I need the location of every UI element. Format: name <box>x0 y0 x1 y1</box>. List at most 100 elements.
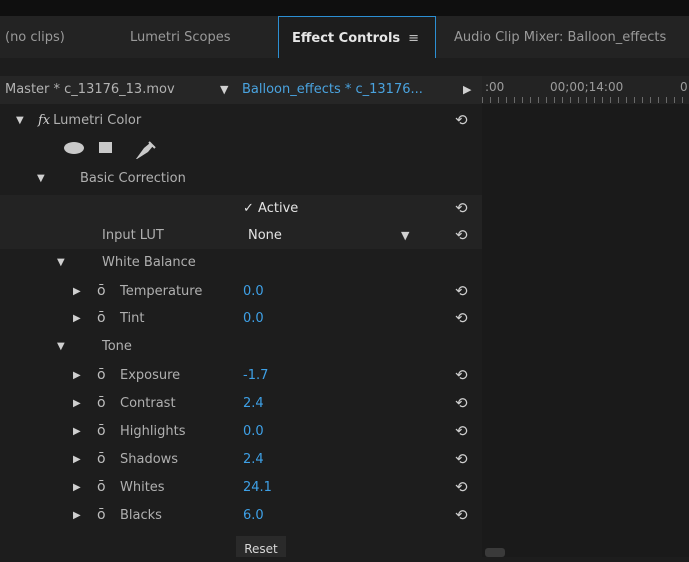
timecode-end: 0 <box>680 80 688 94</box>
basic-correction-row[interactable]: ▼ Basic Correction <box>0 165 482 192</box>
panel-menu-icon[interactable]: ≡ <box>408 31 419 46</box>
highlights-row: ▶ ō Highlights 0.0 ⟲ <box>0 418 482 445</box>
timecode-start: :00 <box>485 80 505 94</box>
white-balance-row[interactable]: ▼ White Balance <box>0 249 482 276</box>
stopwatch-icon[interactable]: ō <box>97 474 106 501</box>
tint-label: Tint <box>120 311 145 326</box>
exposure-value[interactable]: -1.7 <box>243 362 268 389</box>
contrast-row: ▶ ō Contrast 2.4 ⟲ <box>0 390 482 417</box>
temperature-row: ▶ ō Temperature 0.0 ⟲ <box>0 278 482 305</box>
highlights-value[interactable]: 0.0 <box>243 418 264 445</box>
blacks-value[interactable]: 6.0 <box>243 502 264 529</box>
white-balance-label: White Balance <box>102 255 196 270</box>
reset-icon[interactable]: ⟲ <box>455 418 468 445</box>
reset-icon[interactable]: ⟲ <box>455 446 468 473</box>
chevron-down-icon[interactable]: ▼ <box>401 222 409 249</box>
ellipse-mask-icon[interactable] <box>63 140 85 154</box>
exposure-row: ▶ ō Exposure -1.7 ⟲ <box>0 362 482 389</box>
checkmark-icon: ✓ <box>243 201 254 216</box>
contrast-value[interactable]: 2.4 <box>243 390 264 417</box>
whites-label: Whites <box>120 480 165 495</box>
tone-row[interactable]: ▼ Tone <box>0 333 482 360</box>
effect-name: fx Lumetri Color <box>38 107 141 134</box>
rectangle-mask-icon[interactable] <box>98 140 114 154</box>
shadows-value[interactable]: 2.4 <box>243 446 264 473</box>
fx-icon[interactable]: fx <box>38 113 50 128</box>
shadows-row: ▶ ō Shadows 2.4 ⟲ <box>0 446 482 473</box>
stopwatch-icon[interactable]: ō <box>97 502 106 529</box>
timecode-mid: 00;00;14:00 <box>550 80 624 94</box>
tab-label: Audio Clip Mixer: Balloon_effects <box>454 30 667 45</box>
stopwatch-icon[interactable]: ō <box>97 446 106 473</box>
timeline-area[interactable] <box>482 104 689 557</box>
tab-label: Effect Controls <box>292 31 401 46</box>
chevron-down-icon[interactable]: ▼ <box>57 249 65 276</box>
active-label: Active <box>258 201 299 216</box>
timeline-scrollbar[interactable] <box>485 548 505 557</box>
chevron-right-icon[interactable]: ▶ <box>73 446 81 473</box>
temperature-label: Temperature <box>120 284 203 299</box>
stopwatch-icon[interactable]: ō <box>97 390 106 417</box>
temperature-value[interactable]: 0.0 <box>243 278 264 305</box>
chevron-right-icon[interactable]: ▶ <box>73 278 81 305</box>
reset-icon[interactable]: ⟲ <box>455 390 468 417</box>
section-label: Basic Correction <box>80 171 186 186</box>
chevron-right-icon[interactable]: ▶ <box>73 305 81 332</box>
active-checkbox[interactable]: ✓ Active <box>243 195 298 222</box>
input-lut-select[interactable]: None <box>248 222 282 249</box>
effect-lumetri-color-row[interactable]: ▼ fx Lumetri Color ⟲ <box>0 107 482 134</box>
reset-icon[interactable]: ⟲ <box>455 222 468 249</box>
tab-no-clips[interactable]: (no clips) <box>5 16 65 58</box>
ruler-ticks <box>482 97 689 103</box>
tab-lumetri-scopes[interactable]: Lumetri Scopes <box>130 16 230 58</box>
chevron-down-icon[interactable]: ▼ <box>220 76 228 104</box>
reset-icon[interactable]: ⟲ <box>455 362 468 389</box>
reset-icon[interactable]: ⟲ <box>455 305 468 332</box>
chevron-down-icon[interactable]: ▼ <box>57 333 65 360</box>
tone-label: Tone <box>102 339 132 354</box>
timeline-ruler[interactable]: :00 00;00;14:00 0 <box>482 76 689 104</box>
stopwatch-icon[interactable]: ō <box>97 305 106 332</box>
effect-name-label: Lumetri Color <box>53 113 142 128</box>
blacks-row: ▶ ō Blacks 6.0 ⟲ <box>0 502 482 529</box>
contrast-label: Contrast <box>120 396 176 411</box>
active-row: ✓ Active ⟲ <box>0 195 482 222</box>
reset-button[interactable]: Reset <box>236 536 286 557</box>
chevron-right-icon[interactable]: ▶ <box>73 362 81 389</box>
reset-icon[interactable]: ⟲ <box>455 502 468 529</box>
tint-row: ▶ ō Tint 0.0 ⟲ <box>0 305 482 332</box>
master-clip-label[interactable]: Master * c_13176_13.mov <box>5 76 175 104</box>
blacks-label: Blacks <box>120 508 162 523</box>
panel-tab-bar: (no clips) Lumetri Scopes Effect Control… <box>0 16 689 58</box>
tab-label: (no clips) <box>5 30 65 45</box>
exposure-label: Exposure <box>120 368 181 383</box>
pen-mask-icon[interactable] <box>132 140 158 160</box>
input-lut-label: Input LUT <box>102 228 164 243</box>
reset-icon[interactable]: ⟲ <box>455 107 468 134</box>
stopwatch-icon[interactable]: ō <box>97 278 106 305</box>
chevron-right-icon[interactable]: ▶ <box>73 418 81 445</box>
tint-value[interactable]: 0.0 <box>243 305 264 332</box>
input-lut-row: Input LUT None ▼ ⟲ <box>0 222 482 249</box>
chevron-right-icon[interactable]: ▶ <box>73 502 81 529</box>
play-icon[interactable]: ▶ <box>463 76 471 104</box>
chevron-right-icon[interactable]: ▶ <box>73 474 81 501</box>
reset-icon[interactable]: ⟲ <box>455 474 468 501</box>
reset-icon[interactable]: ⟲ <box>455 278 468 305</box>
stopwatch-icon[interactable]: ō <box>97 418 106 445</box>
chevron-right-icon[interactable]: ▶ <box>73 390 81 417</box>
stopwatch-icon[interactable]: ō <box>97 362 106 389</box>
window-top-strip <box>0 0 689 16</box>
mask-tools-row <box>0 134 482 161</box>
tab-audio-clip-mixer[interactable]: Audio Clip Mixer: Balloon_effects <box>454 16 666 58</box>
whites-value[interactable]: 24.1 <box>243 474 272 501</box>
sequence-clip-label[interactable]: Balloon_effects * c_13176... <box>242 76 423 104</box>
shadows-label: Shadows <box>120 452 179 467</box>
tab-effect-controls[interactable]: Effect Controls ≡ <box>278 16 436 58</box>
highlights-label: Highlights <box>120 424 186 439</box>
tab-label: Lumetri Scopes <box>130 30 231 45</box>
chevron-down-icon[interactable]: ▼ <box>37 165 45 192</box>
chevron-down-icon[interactable]: ▼ <box>16 107 24 134</box>
whites-row: ▶ ō Whites 24.1 ⟲ <box>0 474 482 501</box>
reset-icon[interactable]: ⟲ <box>455 195 468 222</box>
